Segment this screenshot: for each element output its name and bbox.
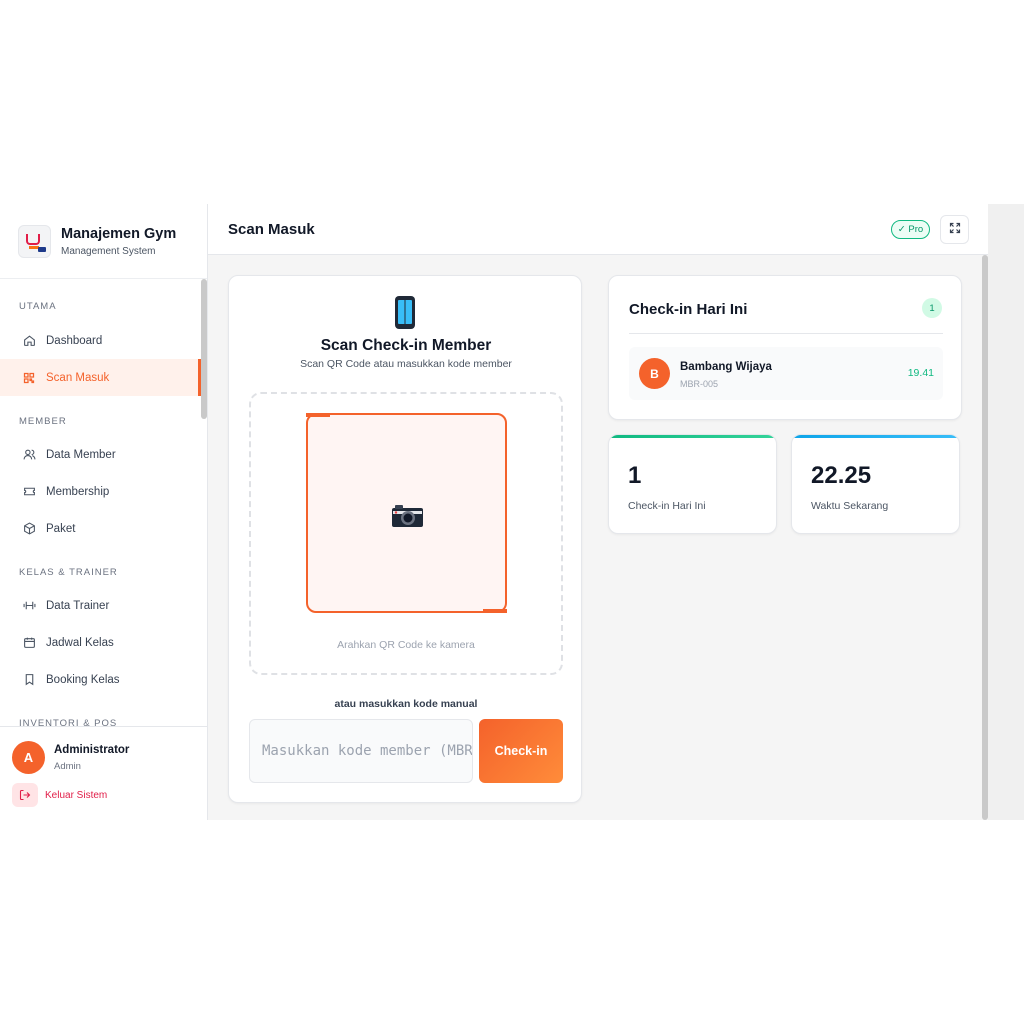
checkin-time: 19.41 bbox=[907, 367, 934, 379]
camera-icon bbox=[392, 505, 423, 527]
pro-badge: ✓ Pro bbox=[891, 220, 930, 239]
logout-button[interactable]: Keluar Sistem bbox=[12, 783, 107, 807]
nav-section-kelas-trainer: KELAS & TRAINER bbox=[19, 567, 118, 578]
member-id: MBR-005 bbox=[680, 379, 719, 389]
page-title: Scan Masuk bbox=[228, 221, 315, 238]
scan-subtitle: Scan QR Code atau masukkan kode member bbox=[300, 358, 512, 370]
checkin-button[interactable]: Check-in bbox=[479, 719, 563, 783]
today-checkins-card: Check-in Hari Ini 1 B Bambang Wijaya MBR… bbox=[608, 275, 962, 420]
scan-title: Scan Check-in Member bbox=[320, 337, 492, 354]
sidebar-item-label: Membership bbox=[46, 485, 110, 498]
sidebar-nav: UTAMA Dashboard Scan Masuk MEMBER Data M… bbox=[0, 279, 201, 726]
avatar: B bbox=[639, 358, 670, 389]
sidebar-item-data-trainer[interactable]: Data Trainer bbox=[0, 587, 201, 624]
qr-icon bbox=[22, 371, 36, 385]
right-gutter bbox=[988, 204, 1024, 820]
list-item[interactable]: B Bambang Wijaya MBR-005 19.41 bbox=[629, 347, 943, 400]
stat-card-time: 22.25 Waktu Sekarang bbox=[791, 434, 960, 534]
sidebar-item-label: Paket bbox=[46, 522, 76, 535]
stat-label: Check-in Hari Ini bbox=[628, 500, 706, 512]
stat-accent-bar bbox=[792, 435, 959, 438]
camera-area[interactable]: Arahkan QR Code ke kamera bbox=[249, 392, 563, 675]
divider bbox=[629, 333, 943, 334]
brand-subtitle: Management System bbox=[61, 246, 156, 257]
today-title: Check-in Hari Ini bbox=[629, 301, 748, 318]
logout-icon bbox=[12, 783, 38, 807]
nav-section-member: MEMBER bbox=[19, 416, 67, 427]
sidebar-item-dashboard[interactable]: Dashboard bbox=[0, 322, 201, 359]
fullscreen-button[interactable] bbox=[940, 215, 969, 244]
brand: Manajemen Gym Management System bbox=[0, 204, 207, 279]
sidebar-item-data-member[interactable]: Data Member bbox=[0, 436, 201, 473]
avatar: A bbox=[12, 741, 45, 774]
stat-card-checkins: 1 Check-in Hari Ini bbox=[608, 434, 777, 534]
sidebar: Manajemen Gym Management System UTAMA Da… bbox=[0, 204, 208, 820]
sidebar-item-label: Data Member bbox=[46, 448, 116, 461]
sidebar-item-booking-kelas[interactable]: Booking Kelas bbox=[0, 661, 201, 698]
stat-accent-bar bbox=[609, 435, 776, 438]
top-header: Scan Masuk ✓ Pro bbox=[208, 204, 988, 255]
manual-label: atau masukkan kode manual bbox=[334, 698, 478, 710]
sidebar-item-label: Dashboard bbox=[46, 334, 103, 347]
scan-card: Scan Check-in Member Scan QR Code atau m… bbox=[228, 275, 582, 803]
sidebar-item-paket[interactable]: Paket bbox=[0, 510, 201, 547]
bookmark-icon bbox=[22, 673, 36, 687]
sidebar-item-label: Booking Kelas bbox=[46, 673, 120, 686]
box-icon bbox=[22, 522, 36, 536]
user-name: Administrator bbox=[54, 744, 130, 756]
user-role: Admin bbox=[54, 761, 81, 772]
member-code-input[interactable] bbox=[249, 719, 473, 783]
checkin-count-badge: 1 bbox=[922, 298, 942, 318]
phone-icon bbox=[395, 296, 415, 329]
sidebar-scrollbar[interactable] bbox=[201, 279, 207, 419]
sidebar-item-label: Data Trainer bbox=[46, 599, 110, 612]
calendar-icon bbox=[22, 636, 36, 650]
fullscreen-icon bbox=[949, 221, 961, 239]
nav-section-inventori-pos: INVENTORI & POS bbox=[19, 718, 118, 726]
users-icon bbox=[22, 448, 36, 462]
main-content: Scan Check-in Member Scan QR Code atau m… bbox=[208, 255, 988, 820]
stat-value: 22.25 bbox=[811, 462, 872, 489]
sidebar-item-label: Jadwal Kelas bbox=[46, 636, 114, 649]
brand-title: Manajemen Gym bbox=[61, 226, 177, 242]
qr-scan-frame bbox=[306, 413, 507, 613]
dumbbell-icon bbox=[22, 599, 36, 613]
sidebar-item-jadwal-kelas[interactable]: Jadwal Kelas bbox=[0, 624, 201, 661]
sidebar-item-scan-masuk[interactable]: Scan Masuk bbox=[0, 359, 201, 396]
ticket-icon bbox=[22, 485, 36, 499]
gym-logo-icon bbox=[18, 224, 51, 258]
logout-label: Keluar Sistem bbox=[45, 789, 108, 801]
sidebar-item-membership[interactable]: Membership bbox=[0, 473, 201, 510]
nav-section-utama: UTAMA bbox=[19, 301, 57, 312]
stat-value: 1 bbox=[628, 462, 642, 489]
member-name: Bambang Wijaya bbox=[680, 361, 772, 373]
user-panel: A Administrator Admin Keluar Sistem bbox=[0, 726, 207, 820]
sidebar-item-label: Scan Masuk bbox=[46, 371, 110, 384]
camera-hint: Arahkan QR Code ke kamera bbox=[337, 639, 475, 651]
home-icon bbox=[22, 334, 36, 348]
stat-label: Waktu Sekarang bbox=[811, 500, 889, 512]
app-window: Manajemen Gym Management System UTAMA Da… bbox=[0, 204, 1024, 820]
